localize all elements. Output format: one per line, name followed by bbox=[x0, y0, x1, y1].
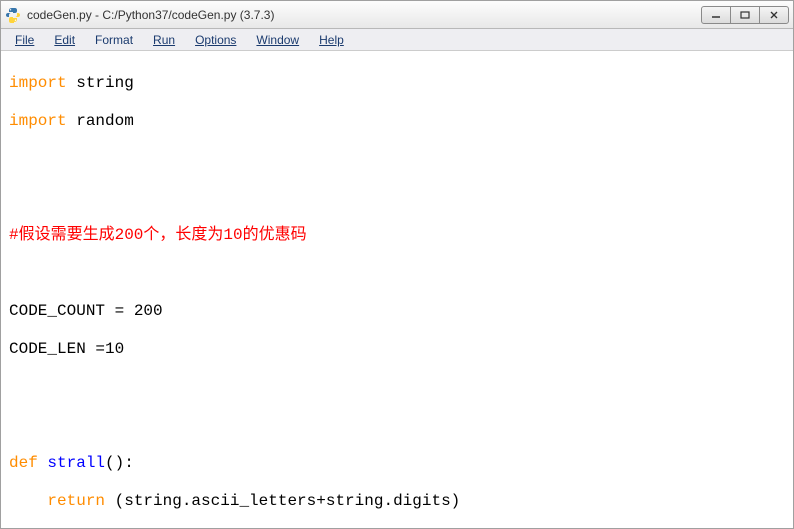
python-idle-icon bbox=[5, 7, 21, 23]
code-line: #假设需要生成200个，长度为10的优惠码 bbox=[9, 226, 785, 245]
code-line: import string bbox=[9, 74, 785, 93]
menu-format[interactable]: Format bbox=[85, 31, 143, 49]
code-line: def strall(): bbox=[9, 454, 785, 473]
code-line: CODE_COUNT = 200 bbox=[9, 302, 785, 321]
blank-line bbox=[9, 416, 785, 435]
menu-run[interactable]: Run bbox=[143, 31, 185, 49]
blank-line bbox=[9, 264, 785, 283]
maximize-button[interactable] bbox=[730, 6, 760, 24]
menu-edit[interactable]: Edit bbox=[44, 31, 85, 49]
menu-file[interactable]: File bbox=[5, 31, 44, 49]
blank-line bbox=[9, 150, 785, 169]
menu-help[interactable]: Help bbox=[309, 31, 354, 49]
code-line: CODE_LEN =10 bbox=[9, 340, 785, 359]
menubar: File Edit Format Run Options Window Help bbox=[1, 29, 793, 51]
menu-window[interactable]: Window bbox=[246, 31, 309, 49]
window-title: codeGen.py - C:/Python37/codeGen.py (3.7… bbox=[27, 8, 702, 22]
minimize-button[interactable] bbox=[701, 6, 731, 24]
code-line: import random bbox=[9, 112, 785, 131]
window-controls bbox=[702, 6, 789, 24]
code-line: return (string.ascii_letters+string.digi… bbox=[9, 492, 785, 511]
blank-line bbox=[9, 188, 785, 207]
code-editor[interactable]: import string import random #假设需要生成200个，… bbox=[1, 51, 793, 528]
titlebar: codeGen.py - C:/Python37/codeGen.py (3.7… bbox=[1, 1, 793, 29]
blank-line bbox=[9, 378, 785, 397]
close-button[interactable] bbox=[759, 6, 789, 24]
menu-options[interactable]: Options bbox=[185, 31, 246, 49]
